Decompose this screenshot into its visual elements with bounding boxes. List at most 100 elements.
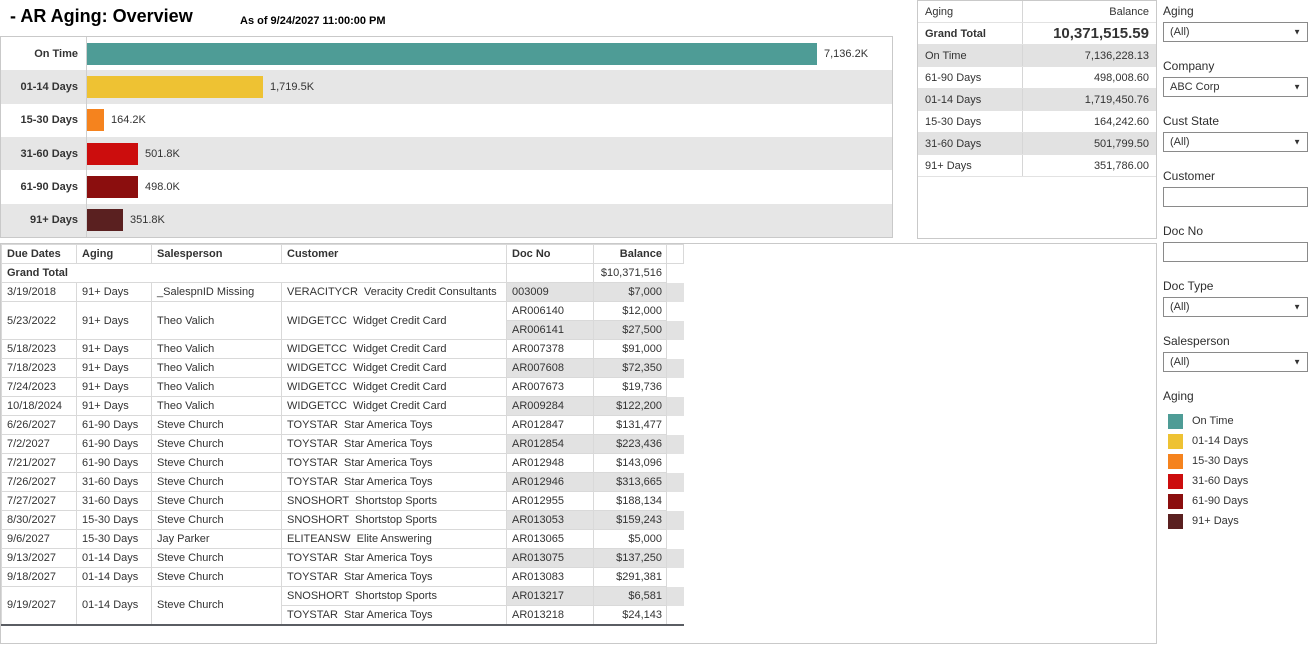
legend-item[interactable]: 61-90 Days [1163,491,1310,511]
customer-cell[interactable]: WIDGETCC Widget Credit Card [282,378,507,397]
due-date-cell[interactable]: 9/19/2027 [2,587,77,625]
summary-row[interactable]: 15-30 Days164,242.60 [918,111,1156,133]
balance-cell[interactable]: $188,134 [594,492,667,511]
balance-cell[interactable]: $159,243 [594,511,667,530]
balance-cell[interactable]: $27,500 [594,321,667,340]
salesperson-cell[interactable]: Steve Church [152,473,282,492]
salesperson-dropdown[interactable]: (All) [1163,352,1308,372]
salesperson-cell[interactable]: Jay Parker [152,530,282,549]
salesperson-cell[interactable]: Theo Valich [152,340,282,359]
balance-cell[interactable]: $291,381 [594,568,667,587]
salesperson-cell[interactable]: Theo Valich [152,359,282,378]
bar[interactable] [87,176,138,198]
summary-row[interactable]: 61-90 Days498,008.60 [918,67,1156,89]
aging-cell[interactable]: 61-90 Days [77,435,152,454]
detail-row[interactable]: 7/24/202391+ DaysTheo ValichWIDGETCC Wid… [2,378,684,397]
legend-item[interactable]: 91+ Days [1163,511,1310,531]
company-dropdown[interactable]: ABC Corp [1163,77,1308,97]
doc-no-cell[interactable]: AR013075 [507,549,594,568]
aging-cell[interactable]: 31-60 Days [77,492,152,511]
customer-cell[interactable]: TOYSTAR Star America Toys [282,454,507,473]
bar[interactable] [87,76,263,98]
doc-no-cell[interactable]: 003009 [507,283,594,302]
doc-no-cell[interactable]: AR009284 [507,397,594,416]
due-date-cell[interactable]: 7/26/2027 [2,473,77,492]
legend-item[interactable]: 01-14 Days [1163,431,1310,451]
legend-item[interactable]: 15-30 Days [1163,451,1310,471]
balance-cell[interactable]: $91,000 [594,340,667,359]
summary-row[interactable]: 91+ Days351,786.00 [918,155,1156,177]
customer-cell[interactable]: SNOSHORT Shortstop Sports [282,492,507,511]
detail-row[interactable]: 5/18/202391+ DaysTheo ValichWIDGETCC Wid… [2,340,684,359]
summary-row[interactable]: 31-60 Days501,799.50 [918,133,1156,155]
legend-item[interactable]: 31-60 Days [1163,471,1310,491]
doc-no-cell[interactable]: AR013218 [507,606,594,625]
aging-cell[interactable]: 91+ Days [77,378,152,397]
balance-cell[interactable]: $223,436 [594,435,667,454]
due-date-cell[interactable]: 7/24/2023 [2,378,77,397]
doc-no-cell[interactable]: AR012847 [507,416,594,435]
balance-cell[interactable]: $19,736 [594,378,667,397]
customer-cell[interactable]: WIDGETCC Widget Credit Card [282,340,507,359]
customer-cell[interactable]: VERACITYCR Veracity Credit Consultants [282,283,507,302]
doc-no-cell[interactable]: AR007608 [507,359,594,378]
aging-cell[interactable]: 91+ Days [77,302,152,340]
detail-row[interactable]: 7/21/202761-90 DaysSteve ChurchTOYSTAR S… [2,454,684,473]
detail-row[interactable]: 7/2/202761-90 DaysSteve ChurchTOYSTAR St… [2,435,684,454]
doc-no-cell[interactable]: AR007673 [507,378,594,397]
bar[interactable] [87,209,123,231]
due-date-cell[interactable]: 5/23/2022 [2,302,77,340]
customer-cell[interactable]: TOYSTAR Star America Toys [282,473,507,492]
customer-cell[interactable]: ELITEANSW Elite Answering [282,530,507,549]
due-date-cell[interactable]: 9/13/2027 [2,549,77,568]
bar[interactable] [87,143,138,165]
bar[interactable] [87,109,104,131]
detail-row[interactable]: 5/23/202291+ DaysTheo ValichWIDGETCC Wid… [2,302,684,321]
summary-row[interactable]: On Time7,136,228.13 [918,45,1156,67]
balance-cell[interactable]: $72,350 [594,359,667,378]
customer-cell[interactable]: WIDGETCC Widget Credit Card [282,397,507,416]
due-date-cell[interactable]: 7/2/2027 [2,435,77,454]
doc-no-cell[interactable]: AR012946 [507,473,594,492]
legend-item[interactable]: On Time [1163,411,1310,431]
doc-no-input[interactable] [1163,242,1308,262]
due-date-cell[interactable]: 6/26/2027 [2,416,77,435]
doc-type-dropdown[interactable]: (All) [1163,297,1308,317]
balance-cell[interactable]: $143,096 [594,454,667,473]
balance-cell[interactable]: $7,000 [594,283,667,302]
doc-no-cell[interactable]: AR012854 [507,435,594,454]
due-date-cell[interactable]: 9/6/2027 [2,530,77,549]
balance-cell[interactable]: $137,250 [594,549,667,568]
balance-cell[interactable]: $12,000 [594,302,667,321]
customer-cell[interactable]: TOYSTAR Star America Toys [282,549,507,568]
aging-cell[interactable]: 91+ Days [77,340,152,359]
salesperson-cell[interactable]: Steve Church [152,454,282,473]
aging-cell[interactable]: 15-30 Days [77,530,152,549]
balance-cell[interactable]: $313,665 [594,473,667,492]
customer-cell[interactable]: TOYSTAR Star America Toys [282,435,507,454]
aging-cell[interactable]: 01-14 Days [77,549,152,568]
aging-cell[interactable]: 01-14 Days [77,587,152,625]
cust-state-dropdown[interactable]: (All) [1163,132,1308,152]
summary-row[interactable]: Grand Total10,371,515.59 [918,23,1156,45]
aging-cell[interactable]: 91+ Days [77,359,152,378]
salesperson-cell[interactable]: Steve Church [152,416,282,435]
due-date-cell[interactable]: 10/18/2024 [2,397,77,416]
doc-no-cell[interactable]: AR013083 [507,568,594,587]
doc-no-cell[interactable]: AR006140 [507,302,594,321]
doc-no-cell[interactable]: AR013217 [507,587,594,606]
due-date-cell[interactable]: 3/19/2018 [2,283,77,302]
balance-cell[interactable]: $6,581 [594,587,667,606]
customer-cell[interactable]: SNOSHORT Shortstop Sports [282,511,507,530]
customer-cell[interactable]: TOYSTAR Star America Toys [282,568,507,587]
aging-cell[interactable]: 91+ Days [77,283,152,302]
salesperson-cell[interactable]: Steve Church [152,587,282,625]
customer-cell[interactable]: WIDGETCC Widget Credit Card [282,302,507,340]
bar[interactable] [87,43,817,65]
salesperson-cell[interactable]: Steve Church [152,511,282,530]
doc-no-cell[interactable]: AR006141 [507,321,594,340]
balance-cell[interactable]: $5,000 [594,530,667,549]
customer-cell[interactable]: TOYSTAR Star America Toys [282,416,507,435]
customer-input[interactable] [1163,187,1308,207]
balance-cell[interactable]: $24,143 [594,606,667,625]
